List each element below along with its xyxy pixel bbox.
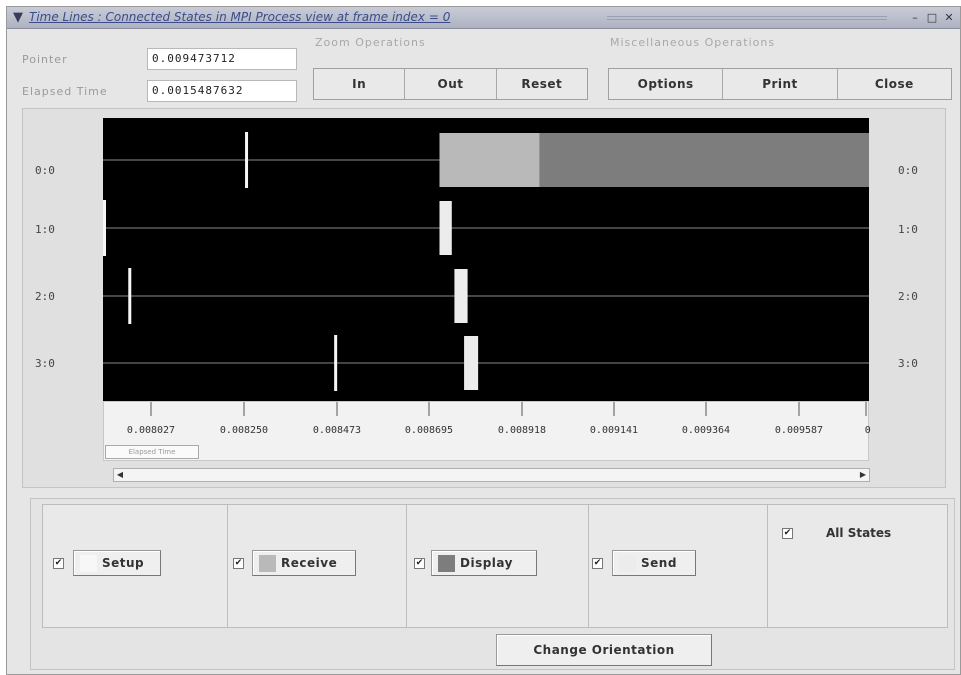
all-states-label: All States — [826, 526, 892, 540]
receive-swatch — [259, 554, 276, 572]
axis-tick-label: 0.008027 — [126, 425, 176, 436]
legend-cell-all-states — [767, 504, 948, 628]
display-state-button[interactable]: Display — [431, 550, 537, 576]
axis-tick-label: 0.009364 — [681, 425, 731, 436]
row-label-right: 0:0 — [898, 164, 918, 177]
row-label-left: 2:0 — [35, 290, 55, 303]
row-label-left: 0:0 — [35, 164, 55, 177]
row-label-right: 3:0 — [898, 357, 918, 370]
pointer-label: Pointer — [22, 53, 68, 66]
send-state-button[interactable]: Send — [612, 550, 696, 576]
scroll-left-icon[interactable]: ◀ — [114, 469, 126, 481]
send-swatch — [619, 554, 636, 572]
receive-label: Receive — [281, 556, 338, 570]
axis-tick-label: 0.008695 — [404, 425, 454, 436]
row-label-right: 1:0 — [898, 223, 918, 236]
maximize-icon[interactable]: □ — [924, 10, 940, 26]
close-window-icon[interactable]: ✕ — [941, 10, 957, 26]
axis-tick-label: 0.009141 — [589, 425, 639, 436]
display-checkbox[interactable]: ✔ — [414, 558, 425, 569]
state-bar-display[interactable] — [539, 133, 869, 187]
state-bar-setup[interactable] — [128, 268, 132, 324]
send-checkbox[interactable]: ✔ — [592, 558, 603, 569]
zoom-reset-button[interactable]: Reset — [497, 69, 587, 99]
row-label-left: 3:0 — [35, 357, 55, 370]
zoom-operations-title: Zoom Operations — [315, 36, 426, 49]
state-bar-setup[interactable] — [334, 335, 338, 391]
zoom-button-group: In Out Reset — [313, 68, 588, 100]
state-bar-send[interactable] — [454, 269, 468, 323]
elapsed-time-label: Elapsed Time — [22, 85, 108, 98]
setup-swatch — [80, 554, 97, 572]
all-states-checkbox[interactable]: ✔ — [782, 528, 793, 539]
close-button[interactable]: Close — [838, 69, 951, 99]
change-orientation-button[interactable]: Change Orientation — [496, 634, 712, 666]
send-label: Send — [641, 556, 677, 570]
print-button[interactable]: Print — [723, 69, 838, 99]
axis-tick-label: 0.008250 — [219, 425, 269, 436]
setup-checkbox[interactable]: ✔ — [53, 558, 64, 569]
misc-operations-title: Miscellaneous Operations — [610, 36, 776, 49]
state-bar-send[interactable] — [439, 201, 452, 255]
horizontal-scrollbar[interactable]: ◀ ▶ — [113, 468, 870, 482]
setup-state-button[interactable]: Setup — [73, 550, 161, 576]
zoom-in-button[interactable]: In — [314, 69, 406, 99]
row-label-right: 2:0 — [898, 290, 918, 303]
chevron-down-icon[interactable]: ▼ — [10, 10, 26, 26]
zoom-out-button[interactable]: Out — [405, 69, 497, 99]
timeline-canvas[interactable] — [103, 118, 869, 401]
state-bar-send[interactable] — [464, 336, 479, 390]
axis-tick-label: 0.009587 — [774, 425, 824, 436]
options-button[interactable]: Options — [609, 69, 724, 99]
misc-button-group: Options Print Close — [608, 68, 952, 100]
scroll-right-icon[interactable]: ▶ — [857, 469, 869, 481]
elapsed-time-field[interactable]: 0.0015487632 — [147, 80, 297, 102]
row-label-left: 1:0 — [35, 223, 55, 236]
receive-state-button[interactable]: Receive — [252, 550, 356, 576]
state-bar-setup[interactable] — [103, 200, 106, 256]
pointer-field[interactable]: 0.009473712 — [147, 48, 297, 70]
title-stripe — [607, 16, 887, 20]
state-bar-receive[interactable] — [439, 133, 540, 187]
axis-tick-label: 0.008473 — [312, 425, 362, 436]
axis-tick-label: 0.008918 — [497, 425, 547, 436]
axis-ticks-svg — [150, 402, 867, 416]
timeline-svg[interactable] — [103, 118, 869, 401]
window-title: Time Lines : Connected States in MPI Pro… — [29, 10, 451, 24]
axis-tick-label: 0 — [864, 425, 871, 436]
axis-title-button[interactable]: Elapsed Time — [105, 445, 199, 459]
minimize-icon[interactable]: – — [907, 10, 923, 26]
state-bar-setup[interactable] — [245, 132, 249, 188]
time-axis: 0.008027 0.008250 0.008473 0.008695 0.008918… — [103, 401, 871, 461]
receive-checkbox[interactable]: ✔ — [233, 558, 244, 569]
display-label: Display — [460, 556, 513, 570]
display-swatch — [438, 554, 455, 572]
title-bar[interactable]: ▼ Time Lines : Connected States in MPI P… — [7, 7, 960, 29]
setup-label: Setup — [102, 556, 145, 570]
